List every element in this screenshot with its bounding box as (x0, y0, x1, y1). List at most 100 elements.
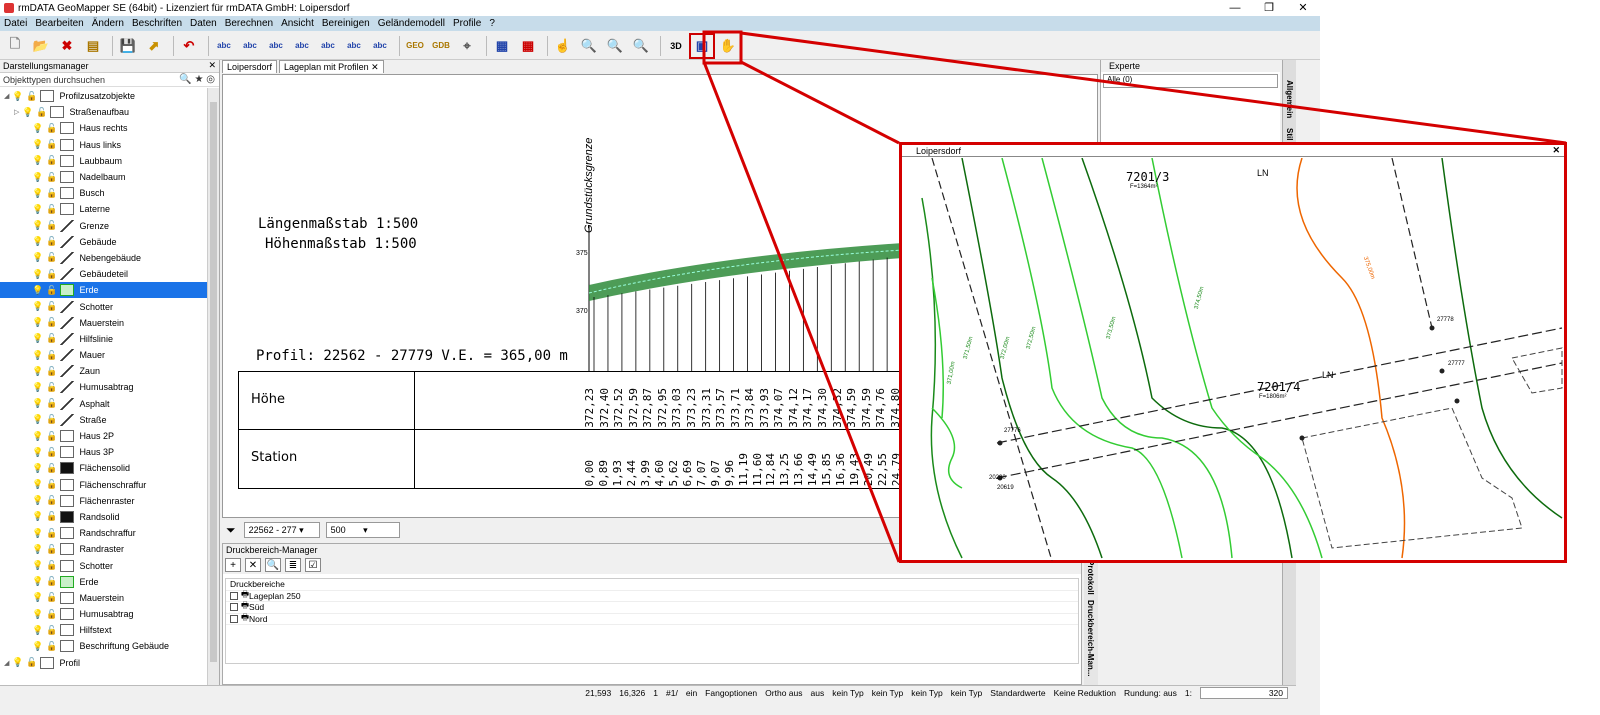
status-item[interactable]: kein Typ (911, 688, 943, 698)
lock-icon[interactable]: 🔓 (46, 398, 57, 409)
lock-icon[interactable]: 🔓 (46, 252, 57, 263)
tree-item[interactable]: 💡 🔓 Gebäude (0, 234, 208, 250)
visibility-bulb-icon[interactable]: 💡 (32, 447, 43, 458)
lock-icon[interactable]: 🔓 (46, 220, 57, 231)
visibility-bulb-icon[interactable]: 💡 (32, 155, 43, 166)
view-3d-icon[interactable]: 3D (665, 35, 687, 57)
label-abc7-icon[interactable]: abc (369, 35, 391, 57)
coord-icon[interactable]: ⌖ (456, 35, 478, 57)
visibility-bulb-icon[interactable]: 💡 (32, 301, 43, 312)
visibility-bulb-icon[interactable]: 💡 (32, 382, 43, 393)
search-icon[interactable]: 🔍 ★ ◎ (179, 74, 215, 85)
visibility-bulb-icon[interactable]: 💡 (32, 609, 43, 620)
lock-icon[interactable]: 🔓 (46, 123, 57, 134)
lock-icon[interactable]: 🔓 (46, 317, 57, 328)
lock-icon[interactable]: 🔓 (26, 657, 37, 668)
export-icon[interactable]: ⬈ (143, 35, 165, 57)
visibility-bulb-icon[interactable]: 💡 (32, 560, 43, 571)
menu-beschriften[interactable]: Beschriften (132, 18, 182, 29)
undo-icon[interactable]: ↶ (178, 35, 200, 57)
tree-item[interactable]: 💡 🔓 Humusabtrag (0, 379, 208, 395)
tree-item[interactable]: 💡 🔓 Busch (0, 185, 208, 201)
visibility-bulb-icon[interactable]: 💡 (32, 528, 43, 539)
close-icon[interactable]: ✕ (1552, 145, 1560, 156)
lock-icon[interactable]: 🔓 (46, 333, 57, 344)
visibility-bulb-icon[interactable]: 💡 (32, 333, 43, 344)
tree-item[interactable]: 💡 🔓 Gebäudeteil (0, 266, 208, 282)
tree-item[interactable]: ◢ 💡 🔓 Profil (0, 655, 208, 671)
profile-select[interactable]: 22562 - 277 ▾ (243, 522, 320, 538)
tree-item[interactable]: 💡 🔓 Haus 3P (0, 444, 208, 460)
menu-berechnen[interactable]: Berechnen (225, 18, 273, 29)
close-icon[interactable]: ✕ (208, 60, 216, 71)
lock-icon[interactable]: 🔓 (46, 495, 57, 506)
tree-item[interactable]: 💡 🔓 Laterne (0, 201, 208, 217)
scale-select[interactable]: 500 ▾ (325, 522, 400, 538)
scrollbar[interactable] (207, 88, 219, 685)
minimize-button[interactable]: — (1218, 0, 1252, 16)
lock-icon[interactable]: 🔓 (46, 431, 57, 442)
visibility-bulb-icon[interactable]: 💡 (32, 172, 43, 183)
tree-item[interactable]: 💡 🔓 Beschriftung Gebäude (0, 638, 208, 654)
tree-item[interactable]: 💡 🔓 Grenze (0, 218, 208, 234)
status-item[interactable]: #1/ (666, 688, 678, 698)
new-icon[interactable]: 🗋 (4, 35, 26, 57)
visibility-bulb-icon[interactable]: 💡 (32, 431, 43, 442)
overview-window-icon[interactable]: ▣ (689, 32, 715, 59)
expand-icon[interactable]: ◢ (4, 659, 12, 667)
lock-icon[interactable]: 🔓 (46, 447, 57, 458)
visibility-bulb-icon[interactable]: 💡 (32, 204, 43, 215)
tree-item[interactable]: 💡 🔓 Mauer (0, 347, 208, 363)
lock-icon[interactable]: 🔓 (46, 155, 57, 166)
search-input[interactable]: Objekttypen durchsuchen 🔍 ★ ◎ (0, 73, 219, 87)
tree-item[interactable]: 💡 🔓 Nebengebäude (0, 250, 208, 266)
expand-icon[interactable]: ◢ (4, 92, 12, 100)
label-abc4-icon[interactable]: abc (291, 35, 313, 57)
tree-item[interactable]: 💡 🔓 Schotter (0, 557, 208, 573)
tree-item[interactable]: 💡 🔓 Asphalt (0, 396, 208, 412)
grid-icon[interactable]: ▦ (491, 35, 513, 57)
lock-icon[interactable]: 🔓 (46, 479, 57, 490)
lock-icon[interactable]: 🔓 (46, 204, 57, 215)
grid2-icon[interactable]: ▦ (517, 35, 539, 57)
lock-icon[interactable]: 🔓 (46, 528, 57, 539)
visibility-bulb-icon[interactable]: 💡 (32, 350, 43, 361)
tree-item[interactable]: ▷ 💡 🔓 Straßenaufbau (0, 104, 208, 120)
close-icon[interactable]: ✕ (371, 62, 379, 73)
tree-item[interactable]: 💡 🔓 Randschraffur (0, 525, 208, 541)
lock-icon[interactable]: 🔓 (46, 301, 57, 312)
status-item[interactable]: Standardwerte (990, 688, 1045, 698)
menu-bereinigen[interactable]: Bereinigen (322, 18, 370, 29)
tree-item[interactable]: 💡 🔓 Flächenraster (0, 493, 208, 509)
tab-druckbereich[interactable]: Druckbereich-Man... (1086, 600, 1095, 676)
menu-ansicht[interactable]: Ansicht (281, 18, 314, 29)
close-button[interactable]: ✕ (1286, 0, 1320, 16)
menu-aendern[interactable]: Ändern (92, 18, 124, 29)
tree-item[interactable]: 💡 🔓 Flächensolid (0, 460, 208, 476)
lock-icon[interactable]: 🔓 (46, 576, 57, 587)
tree-item[interactable]: 💡 🔓 Hilfstext (0, 622, 208, 638)
list-item[interactable]: 🖶 Lageplan 250 (226, 589, 1078, 602)
lock-icon[interactable]: 🔓 (46, 414, 57, 425)
checkbox[interactable] (230, 614, 238, 623)
list-item[interactable]: 🖶 Nord (226, 612, 1078, 625)
pan-icon[interactable]: ✋ (717, 35, 739, 57)
list-icon[interactable]: ≣ (285, 558, 301, 572)
menu-bearbeiten[interactable]: Bearbeiten (35, 18, 83, 29)
tab-allgemein[interactable]: Allgemein (1285, 80, 1294, 118)
add-icon[interactable]: + (225, 558, 241, 572)
visibility-bulb-icon[interactable]: 💡 (32, 220, 43, 231)
tab-protokoll[interactable]: Protokoll (1086, 560, 1095, 595)
lock-icon[interactable]: 🔓 (46, 463, 57, 474)
lock-icon[interactable]: 🔓 (46, 544, 57, 555)
visibility-bulb-icon[interactable]: 💡 (32, 139, 43, 150)
lock-icon[interactable]: 🔓 (46, 350, 57, 361)
zoom-window-icon[interactable]: 🔍 (630, 35, 652, 57)
lock-icon[interactable]: 🔓 (46, 511, 57, 522)
open-icon[interactable]: 📂 (30, 35, 52, 57)
status-item[interactable]: ein (686, 688, 697, 698)
geo-icon[interactable]: GEO (404, 35, 426, 57)
checkbox[interactable] (230, 591, 238, 600)
tree-item[interactable]: 💡 🔓 Laubbaum (0, 153, 208, 169)
tree-item[interactable]: 💡 🔓 Mauerstein (0, 315, 208, 331)
